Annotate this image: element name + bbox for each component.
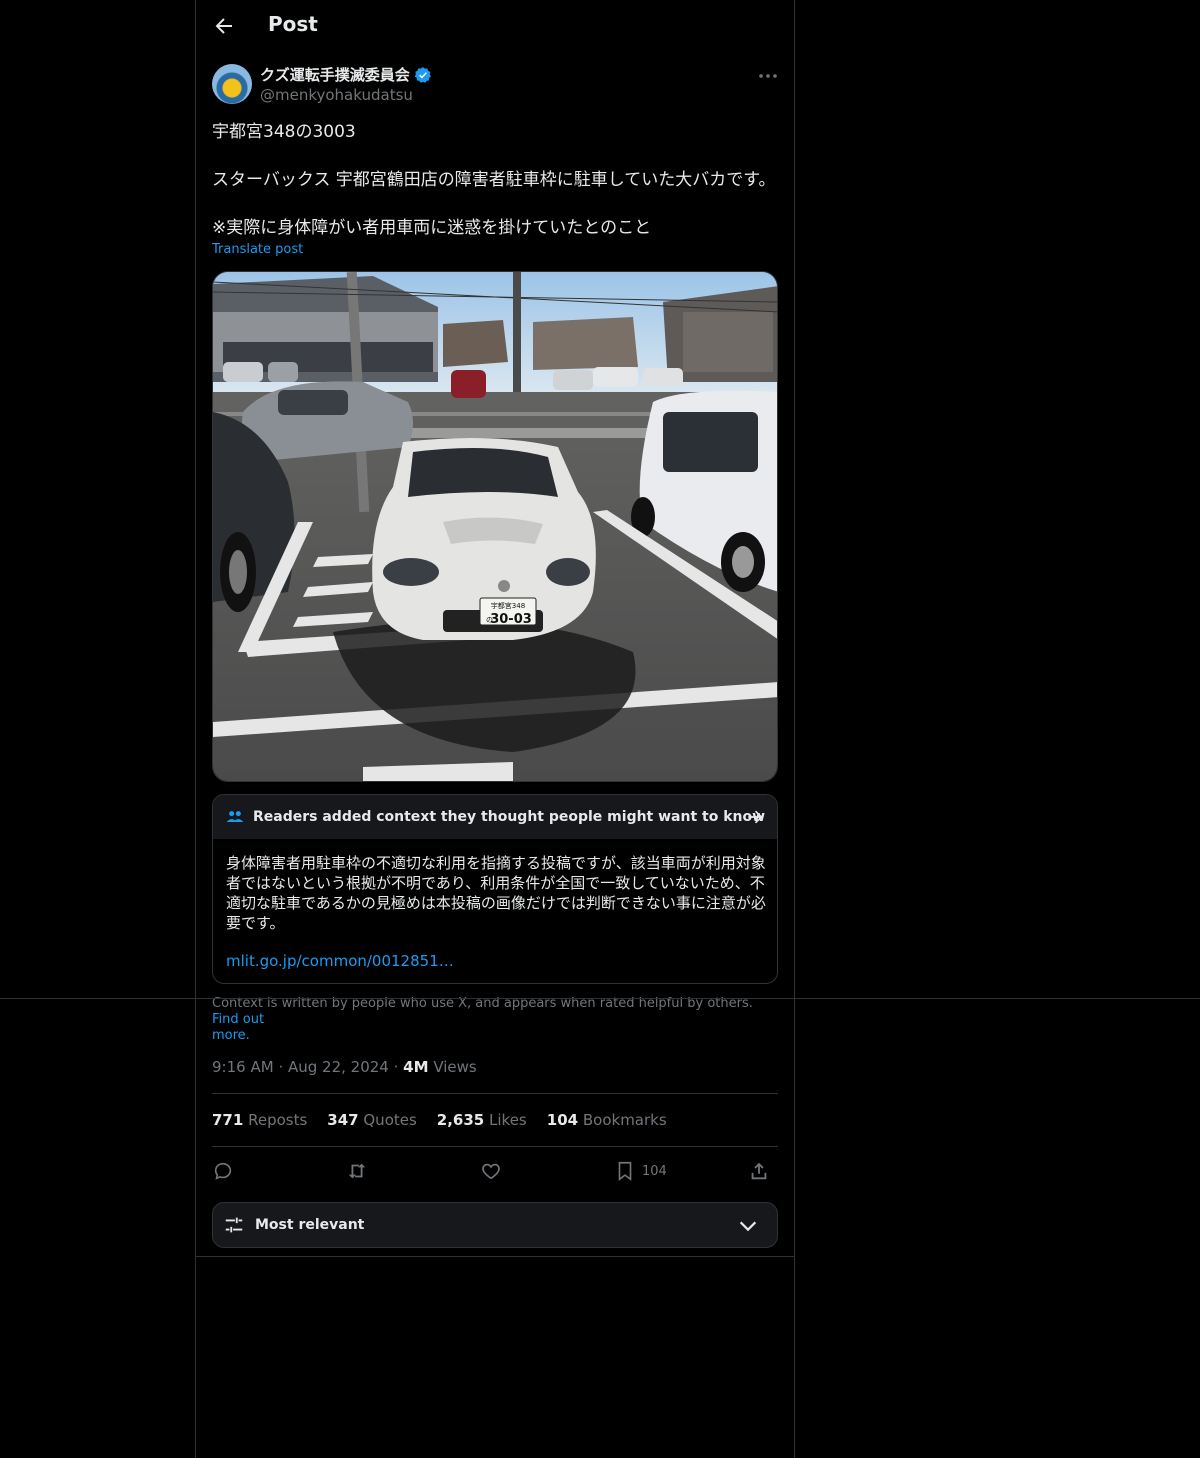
reply-button[interactable] [212, 1160, 234, 1182]
avatar[interactable] [212, 64, 252, 104]
like-icon [482, 1163, 500, 1180]
parking-lot-photo: 宇都宮348 の 30-03 [213, 272, 777, 781]
note-line: 適切な駐車であるかの見極めは本投稿の画像だけでは判断できない事に注意が必 [226, 894, 766, 912]
reposts-count: 771 [212, 1111, 244, 1129]
divider [212, 1093, 778, 1094]
views-count: 4M [403, 1058, 429, 1076]
post-photo[interactable]: 宇都宮348 の 30-03 [212, 271, 778, 782]
community-note-header[interactable]: Readers added context they thought peopl… [213, 795, 777, 839]
post-meta: 9:16 AM · Aug 22, 2024 · 4M Views [212, 1058, 477, 1076]
share-button[interactable] [748, 1160, 770, 1182]
overlay-line [0, 998, 1200, 999]
chevron-down-icon [739, 1221, 757, 1232]
post-line [212, 192, 782, 216]
quotes-stat[interactable]: 347 Quotes [327, 1111, 417, 1129]
likes-count: 2,635 [436, 1111, 485, 1129]
bookmarks-stat[interactable]: 104 Bookmarks [547, 1111, 667, 1129]
bookmark-button[interactable]: 104 [614, 1160, 667, 1182]
community-note-footer: Context is written by people who use X, … [212, 996, 772, 1044]
more-icon[interactable] [756, 64, 780, 88]
post-line [212, 144, 782, 168]
page-title: Post [268, 12, 318, 36]
reply-icon [214, 1162, 232, 1180]
translate-link[interactable]: Translate post [212, 242, 303, 257]
note-line: 者ではないという根拠が不明であり、利用条件が全国で一致していないため、不 [226, 874, 765, 892]
reposts-label: Reposts [248, 1111, 308, 1129]
plate-number: 30-03 [490, 612, 532, 627]
post-line: ※実際に身体障がい者用車両に迷惑を掛けていたとのこと [212, 218, 652, 238]
likes-stat[interactable]: 2,635 Likes [437, 1111, 527, 1129]
back-arrow-icon[interactable] [212, 14, 236, 38]
engagement-stats: 771 Reposts 347 Quotes 2,635 Likes 104 B… [212, 1111, 667, 1129]
post-text: 宇都宮348の3003 スターバックス 宇都宮鶴田店の障害者駐車枠に駐車していた… [212, 120, 782, 240]
verified-badge-icon [414, 66, 431, 83]
reposts-stat[interactable]: 771 Reposts [212, 1111, 307, 1129]
dot-separator: · [278, 1058, 288, 1076]
find-out-more-link-2[interactable]: more. [212, 1028, 772, 1044]
community-note-link[interactable]: mlit.go.jp/common/0012851… [226, 952, 454, 970]
sort-label: Most relevant [255, 1217, 365, 1233]
share-icon [751, 1162, 767, 1180]
quotes-label: Quotes [363, 1111, 417, 1129]
community-note-title: Readers added context they thought peopl… [253, 809, 766, 825]
dot-separator: · [393, 1058, 404, 1076]
quotes-count: 347 [327, 1111, 359, 1129]
arrow-right-icon [748, 810, 763, 824]
note-line: 要です。 [226, 914, 285, 932]
repost-button[interactable] [346, 1160, 368, 1182]
sort-replies-dropdown[interactable]: Most relevant [212, 1202, 778, 1248]
find-out-more-link[interactable]: Find out [212, 1012, 264, 1027]
action-bar: 104 [212, 1160, 778, 1184]
views-label: Views [433, 1058, 477, 1076]
people-icon [226, 811, 244, 822]
post-line: スターバックス 宇都宮鶴田店の障害者駐車枠に駐車していた大バカです。 [212, 170, 776, 190]
author-name-row: クズ運転手撲滅委員会 [260, 64, 432, 85]
note-line: 身体障害者用駐車枠の不適切な利用を指摘する投稿ですが、該当車両が利用対象 [226, 854, 766, 872]
likes-label: Likes [489, 1111, 527, 1129]
post-line: 宇都宮348の3003 [212, 122, 356, 142]
post-date[interactable]: Aug 22, 2024 [288, 1058, 389, 1076]
divider [212, 1146, 778, 1147]
post-column: Post クズ運転手撲滅委員会 @menkyohakudatsu 宇都宮348の… [195, 0, 795, 1458]
repost-icon [348, 1163, 366, 1179]
divider [196, 1256, 794, 1257]
bookmarks-count: 104 [546, 1111, 579, 1129]
author-name[interactable]: クズ運転手撲滅委員会 [260, 64, 410, 85]
bookmark-icon [618, 1161, 632, 1181]
author-handle[interactable]: @menkyohakudatsu [260, 86, 413, 104]
post-header: Post [196, 0, 794, 54]
community-note-body: 身体障害者用駐車枠の不適切な利用を指摘する投稿ですが、該当車両が利用対象 者では… [226, 853, 771, 933]
sliders-icon [225, 1217, 243, 1233]
bookmark-count: 104 [642, 1163, 667, 1179]
post-time[interactable]: 9:16 AM [212, 1058, 274, 1076]
bookmarks-label: Bookmarks [582, 1111, 667, 1129]
community-note: Readers added context they thought peopl… [212, 794, 778, 984]
plate-region: 宇都宮348 [491, 601, 525, 610]
like-button[interactable] [480, 1160, 502, 1182]
